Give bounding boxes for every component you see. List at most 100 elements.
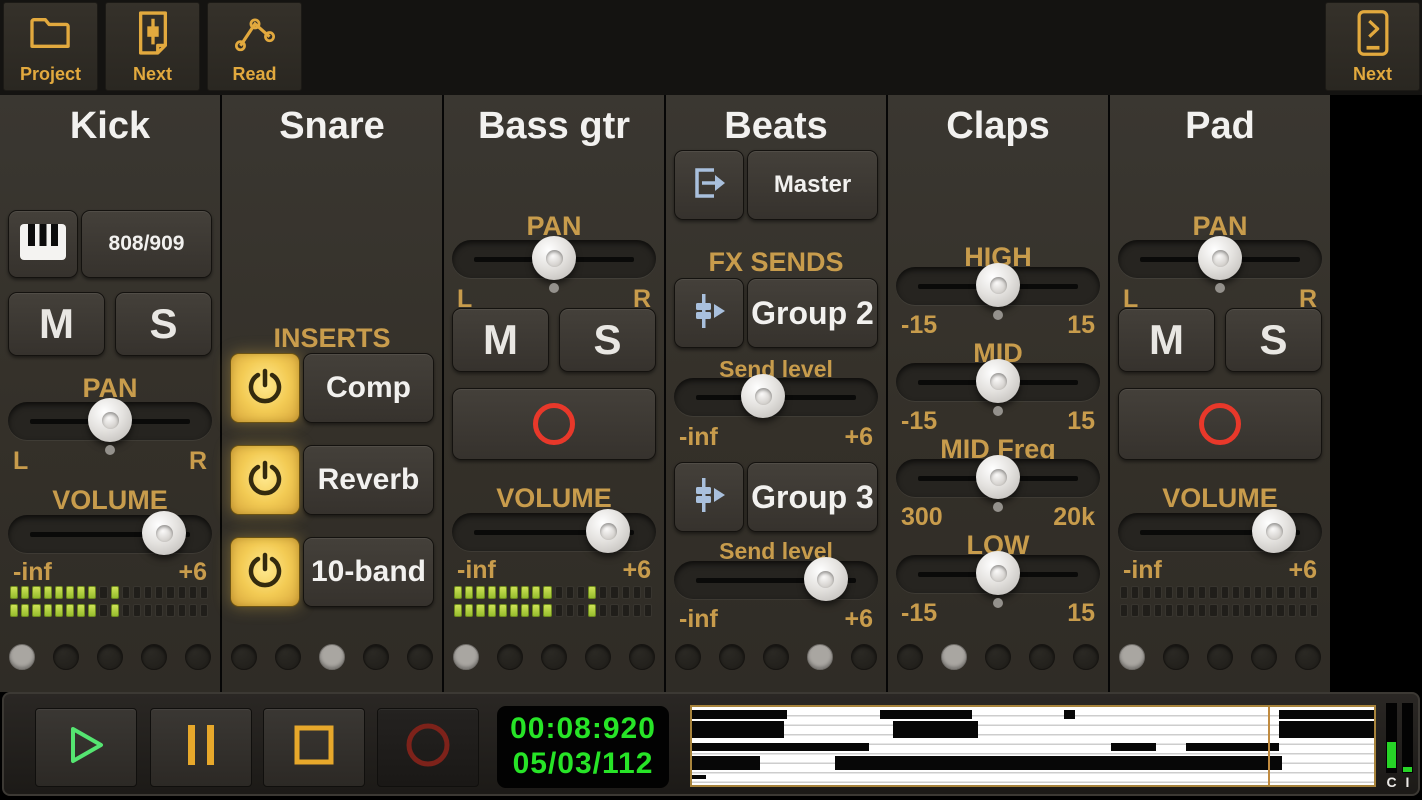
insert-power-button[interactable] xyxy=(230,537,300,607)
eq-knob[interactable] xyxy=(976,263,1020,307)
stop-button[interactable] xyxy=(263,708,365,787)
send-level-knob[interactable] xyxy=(741,374,785,418)
eq-knob[interactable] xyxy=(976,455,1020,499)
output-route-row: Master xyxy=(674,150,878,220)
arrangement-overview[interactable] xyxy=(690,705,1376,787)
send-level-knob[interactable] xyxy=(804,557,848,601)
record-icon xyxy=(1199,403,1241,445)
page-dots xyxy=(453,644,655,670)
insert-effect-button[interactable]: 10-band xyxy=(303,537,434,607)
volume-knob[interactable] xyxy=(586,509,630,553)
channel-title: Claps xyxy=(888,105,1108,148)
pan-slider[interactable] xyxy=(8,402,212,440)
read-automation-button[interactable]: Read xyxy=(207,2,302,91)
pause-icon xyxy=(184,723,218,772)
level-meter xyxy=(10,586,208,617)
page-dots xyxy=(897,644,1099,670)
fx-send-icon xyxy=(689,291,729,336)
send-level-slider[interactable] xyxy=(674,561,878,599)
pan-knob[interactable] xyxy=(532,236,576,280)
volume-slider[interactable] xyxy=(8,515,212,553)
eq-knob[interactable] xyxy=(976,551,1020,595)
eq-max-label: 20k xyxy=(1053,503,1095,532)
next-screen-label: Next xyxy=(1353,64,1392,85)
insert-power-button[interactable] xyxy=(230,353,300,423)
instrument-row: 808/909 xyxy=(8,210,212,278)
fx-sends-label: FX SENDS xyxy=(666,247,886,278)
record-button[interactable] xyxy=(377,708,479,787)
instrument-button[interactable] xyxy=(8,210,78,278)
send-max-label: +6 xyxy=(844,605,873,634)
output-route-button[interactable] xyxy=(674,150,744,220)
insert-power-button[interactable] xyxy=(230,445,300,515)
volume-label: VOLUME xyxy=(444,483,664,514)
eq-max-label: 15 xyxy=(1067,599,1095,628)
record-arm-button[interactable] xyxy=(452,388,656,460)
mute-button[interactable]: M xyxy=(452,308,549,372)
fx-send-button[interactable] xyxy=(674,278,744,348)
mute-button[interactable]: M xyxy=(1118,308,1215,372)
volume-max-label: +6 xyxy=(622,556,651,585)
insert-row: 10-band xyxy=(230,537,434,607)
mixer-area: Kick 808/909 M S PAN L R VOLUME xyxy=(0,95,1330,692)
channel-strip-claps: Claps HIGH -15 15 MID -15 15 MID Freq 30… xyxy=(888,95,1108,692)
volume-label: VOLUME xyxy=(1110,483,1330,514)
solo-button[interactable]: S xyxy=(559,308,656,372)
volume-min-label: -inf xyxy=(13,558,52,587)
instrument-preset-button[interactable]: 808/909 xyxy=(81,210,212,278)
volume-knob[interactable] xyxy=(1252,509,1296,553)
eq-high-slider[interactable] xyxy=(896,267,1100,305)
pan-slider[interactable] xyxy=(452,240,656,278)
next-screen-button[interactable]: Next xyxy=(1325,2,1420,91)
solo-button[interactable]: S xyxy=(1225,308,1322,372)
channel-title: Kick xyxy=(0,105,220,148)
inserts-label: INSERTS xyxy=(222,323,442,354)
eq-range: 300 20k xyxy=(901,503,1095,532)
level-meter xyxy=(1120,586,1318,617)
output-target-button[interactable]: Master xyxy=(747,150,878,220)
volume-slider[interactable] xyxy=(452,513,656,551)
record-arm-button[interactable] xyxy=(1118,388,1322,460)
volume-slider[interactable] xyxy=(1118,513,1322,551)
top-toolbar: Project Next Read Next xyxy=(0,0,1422,95)
eq-midfreq-slider[interactable] xyxy=(896,459,1100,497)
pan-knob[interactable] xyxy=(1198,236,1242,280)
solo-button[interactable]: S xyxy=(115,292,212,356)
pause-button[interactable] xyxy=(150,708,252,787)
output-meter-i xyxy=(1402,703,1413,773)
volume-min-label: -inf xyxy=(1123,556,1162,585)
pan-knob[interactable] xyxy=(88,398,132,442)
automation-read-icon xyxy=(233,3,277,62)
project-button[interactable]: Project xyxy=(3,2,98,91)
fx-send-target-button[interactable]: Group 3 xyxy=(747,462,878,532)
eq-mid-slider[interactable] xyxy=(896,363,1100,401)
fx-send-button[interactable] xyxy=(674,462,744,532)
insert-effect-button[interactable]: Comp xyxy=(303,353,434,423)
eq-knob[interactable] xyxy=(976,359,1020,403)
insert-row: Comp xyxy=(230,353,434,423)
channel-strip-bass-gtr: Bass gtr PAN L R M S VOLUME -inf +6 xyxy=(444,95,664,692)
volume-min-label: -inf xyxy=(457,556,496,585)
fx-send-target-button[interactable]: Group 2 xyxy=(747,278,878,348)
channel-title: Beats xyxy=(666,105,886,148)
next-automation-button[interactable]: Next xyxy=(105,2,200,91)
volume-label: VOLUME xyxy=(0,485,220,516)
mute-button[interactable]: M xyxy=(8,292,105,356)
folder-icon xyxy=(28,3,74,62)
page-dots xyxy=(675,644,877,670)
channel-strip-beats: Beats Master FX SENDS Group 2 Send level xyxy=(666,95,886,692)
channel-title: Snare xyxy=(222,105,442,148)
pan-range: L R xyxy=(13,447,207,476)
volume-knob[interactable] xyxy=(142,511,186,555)
eq-min-label: -15 xyxy=(901,407,937,436)
output-route-icon xyxy=(689,163,729,208)
page-dots xyxy=(1119,644,1321,670)
send-level-slider[interactable] xyxy=(674,378,878,416)
insert-effect-button[interactable]: Reverb xyxy=(303,445,434,515)
pan-slider[interactable] xyxy=(1118,240,1322,278)
send-min-label: -inf xyxy=(679,423,718,452)
play-button[interactable] xyxy=(35,708,137,787)
eq-low-slider[interactable] xyxy=(896,555,1100,593)
volume-max-label: +6 xyxy=(178,558,207,587)
next-screen-icon xyxy=(1356,3,1390,62)
